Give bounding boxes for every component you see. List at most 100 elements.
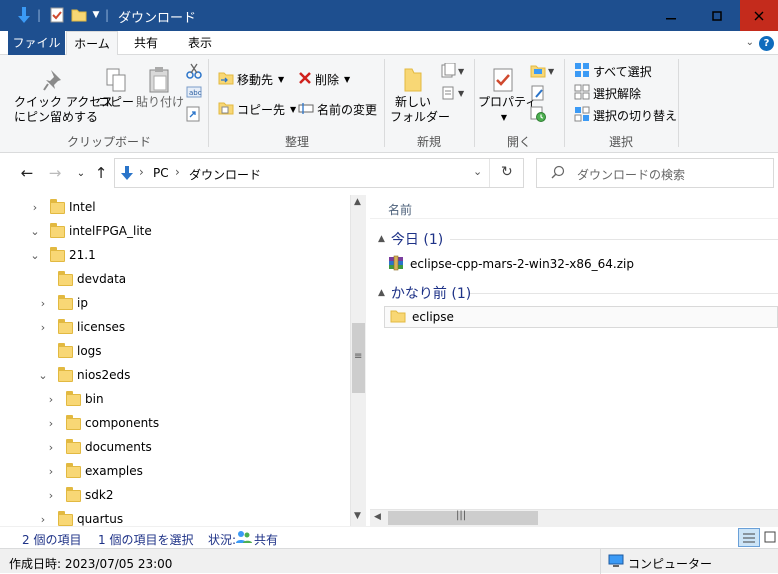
content-hscrollbar[interactable]: ◀ ||| bbox=[370, 509, 778, 526]
tab-home[interactable]: ホーム bbox=[66, 31, 118, 56]
delete-button[interactable]: 削除 ▼ bbox=[298, 69, 350, 89]
folder-icon bbox=[66, 439, 81, 454]
invert-selection-button[interactable]: 選択の切り替え bbox=[574, 105, 677, 125]
chevron-right-icon[interactable]: › bbox=[44, 393, 58, 406]
copy-to-button[interactable]: コピー先 ▼ bbox=[218, 99, 296, 119]
state-label: 状況: bbox=[208, 533, 237, 547]
scroll-up-icon[interactable]: ▲ bbox=[354, 197, 361, 207]
new-folder-button[interactable]: 新しい フォルダー bbox=[390, 65, 450, 125]
ribbon-collapse-icon[interactable]: ⌄ bbox=[746, 37, 754, 48]
breadcrumb-pc[interactable]: PC bbox=[153, 166, 169, 180]
tree-item[interactable]: ⌄ 21.1 bbox=[0, 243, 348, 267]
new-group-label: 新規 bbox=[416, 135, 441, 149]
copy-path-icon[interactable]: abc bbox=[186, 85, 202, 102]
large-icons-view-icon[interactable] bbox=[764, 530, 776, 547]
new-folder-qa-icon[interactable] bbox=[70, 5, 88, 25]
help-icon[interactable]: ? bbox=[759, 36, 774, 51]
rename-button[interactable]: 名前の変更 bbox=[298, 99, 377, 119]
chevron-right-icon[interactable]: › bbox=[28, 201, 42, 214]
back-arrow-icon[interactable]: ← bbox=[16, 162, 38, 184]
chevron-down-icon[interactable]: ⌄ bbox=[36, 369, 50, 382]
tree-item[interactable]: › components bbox=[0, 411, 348, 435]
computer-label: コンピューター bbox=[628, 557, 713, 571]
column-header-row: 名前 bbox=[370, 193, 778, 219]
new-folder-icon bbox=[390, 65, 436, 95]
paste-shortcut-icon[interactable] bbox=[186, 106, 200, 125]
title-bar: | ▼ | ダウンロード bbox=[0, 0, 778, 31]
tree-item-label: logs bbox=[77, 344, 102, 358]
group-header-today[interactable]: ▲ 今日 (1) bbox=[378, 229, 443, 249]
chevron-right-icon[interactable]: › bbox=[44, 417, 58, 430]
tree-item-label: bin bbox=[85, 392, 104, 406]
select-none-button[interactable]: 選択解除 bbox=[574, 83, 641, 103]
refresh-icon[interactable]: ↻ bbox=[501, 164, 513, 180]
tree-item[interactable]: › Intel bbox=[0, 195, 348, 219]
cut-icon[interactable] bbox=[186, 63, 202, 82]
scroll-left-icon[interactable]: ◀ bbox=[374, 512, 381, 522]
chevron-right-icon[interactable]: › bbox=[36, 321, 50, 334]
tree-item[interactable]: devdata bbox=[0, 267, 348, 291]
group-header-long-ago[interactable]: ▲ かなり前 (1) bbox=[378, 283, 471, 303]
close-button[interactable] bbox=[740, 0, 778, 31]
tree-item-label: nios2eds bbox=[77, 368, 131, 382]
tree-item-label: quartus bbox=[77, 512, 124, 526]
list-item[interactable]: eclipse-cpp-mars-2-win32-x86_64.zip bbox=[384, 253, 778, 275]
chevron-right-icon[interactable]: › bbox=[44, 489, 58, 502]
file-name: eclipse-cpp-mars-2-win32-x86_64.zip bbox=[410, 257, 634, 271]
address-bar[interactable]: › PC › ダウンロード ⌄ ↻ bbox=[114, 158, 524, 188]
details-divider bbox=[600, 549, 601, 574]
new-item-icon[interactable]: ▼ bbox=[440, 62, 466, 82]
edit-icon[interactable] bbox=[530, 85, 546, 104]
chevron-right-icon[interactable]: › bbox=[44, 465, 58, 478]
tab-share[interactable]: 共有 bbox=[120, 31, 172, 55]
group-title: 今日 (1) bbox=[390, 232, 444, 248]
easy-access-icon[interactable]: ▼ bbox=[440, 85, 466, 104]
tree-item[interactable]: › bin bbox=[0, 387, 348, 411]
tree-item[interactable]: ⌄ nios2eds bbox=[0, 363, 348, 387]
up-arrow-icon[interactable]: ↑ bbox=[90, 162, 112, 184]
move-to-button[interactable]: 移動先 ▼ bbox=[218, 69, 284, 89]
tree-item[interactable]: › ip bbox=[0, 291, 348, 315]
forward-arrow-icon[interactable]: → bbox=[44, 162, 66, 184]
tree-item[interactable]: › licenses bbox=[0, 315, 348, 339]
delete-label: 削除 bbox=[315, 72, 340, 87]
address-dropdown-icon[interactable]: ⌄ bbox=[473, 165, 482, 178]
maximize-button[interactable] bbox=[694, 0, 740, 31]
scroll-down-icon[interactable]: ▼ bbox=[354, 511, 361, 521]
search-box[interactable]: ダウンロードの検索 bbox=[536, 158, 774, 188]
download-arrow-icon[interactable] bbox=[14, 5, 34, 25]
copy-button[interactable]: コピー bbox=[98, 65, 134, 110]
tree-item[interactable]: › sdk2 bbox=[0, 483, 348, 507]
pin-quick-access-button[interactable]: クイック アクセス にピン留めする bbox=[14, 65, 113, 125]
tree-item[interactable]: logs bbox=[0, 339, 348, 363]
open-icon[interactable]: ▼ bbox=[530, 63, 556, 82]
quick-access-dropdown-icon[interactable]: ▼ bbox=[90, 5, 102, 25]
tab-file[interactable]: ファイル bbox=[8, 31, 65, 55]
chevron-down-icon[interactable]: ⌄ bbox=[28, 249, 42, 262]
tree-item[interactable]: › examples bbox=[0, 459, 348, 483]
tree-item[interactable]: › documents bbox=[0, 435, 348, 459]
chevron-down-icon[interactable]: ⌄ bbox=[28, 225, 42, 238]
breadcrumb-downloads[interactable]: ダウンロード bbox=[189, 166, 261, 183]
history-icon[interactable] bbox=[530, 106, 546, 125]
select-all-button[interactable]: すべて選択 bbox=[574, 61, 652, 81]
chevron-right-icon[interactable]: › bbox=[36, 513, 50, 526]
breadcrumb-chevron-icon: › bbox=[175, 165, 180, 179]
column-header-name[interactable]: 名前 bbox=[388, 201, 412, 218]
paste-button[interactable]: 貼り付け bbox=[136, 65, 184, 110]
properties-button[interactable]: プロパティ ▼ bbox=[478, 65, 537, 125]
minimize-button[interactable] bbox=[648, 0, 694, 31]
folder-icon bbox=[58, 295, 73, 310]
list-item-selected[interactable]: eclipse bbox=[384, 306, 778, 328]
tree-item[interactable]: ⌄ intelFPGA_lite bbox=[0, 219, 348, 243]
chevron-right-icon[interactable]: › bbox=[36, 297, 50, 310]
tree-item-label: intelFPGA_lite bbox=[69, 224, 152, 238]
clipboard-group-label: クリップボード bbox=[66, 135, 151, 149]
chevron-right-icon[interactable]: › bbox=[44, 441, 58, 454]
tab-view[interactable]: 表示 bbox=[174, 31, 226, 55]
details-view-icon[interactable] bbox=[738, 528, 760, 547]
folder-icon bbox=[50, 223, 65, 238]
recent-locations-icon[interactable]: ⌄ bbox=[70, 162, 92, 184]
properties-check-icon[interactable] bbox=[48, 5, 66, 25]
nav-scrollbar[interactable]: ▲ ≡ ▼ bbox=[350, 195, 366, 526]
